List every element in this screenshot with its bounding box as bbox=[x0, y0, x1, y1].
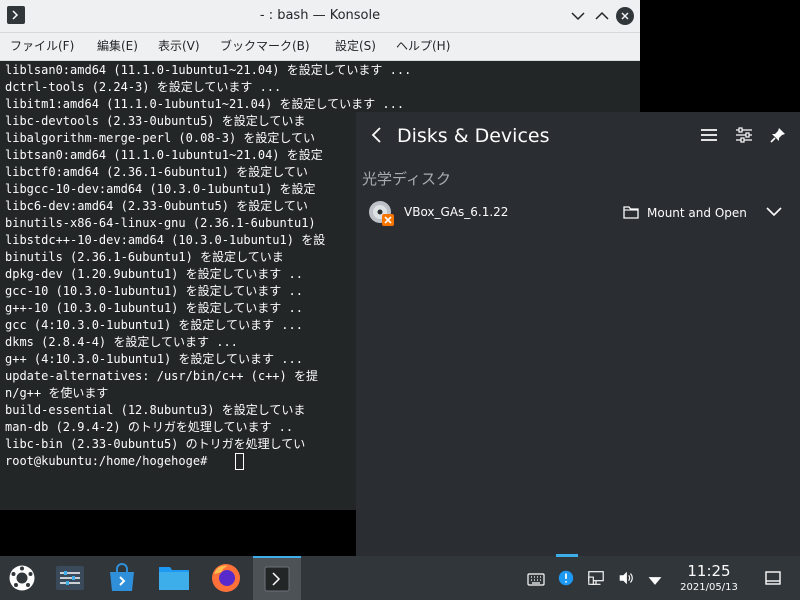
hamburger-menu-icon[interactable] bbox=[700, 126, 718, 144]
firefox-icon bbox=[212, 564, 240, 592]
terminal-line: libstdc++-10-dev:amd64 (10.3.0-1ubuntu1)… bbox=[5, 233, 326, 247]
terminal-line: g++ (4:10.3.0-1ubuntu1) を設定しています ... bbox=[5, 352, 303, 366]
clock-date[interactable]: 2021/05/13 bbox=[670, 581, 748, 595]
terminal-line: libc-bin (2.33-0ubuntu5) のトリガを処理してい bbox=[5, 437, 306, 451]
notification-icon[interactable] bbox=[557, 568, 575, 588]
system-settings-icon bbox=[56, 566, 84, 590]
expand-chevron-icon[interactable] bbox=[765, 206, 783, 218]
menu-settings[interactable]: 設定(S) bbox=[335, 33, 376, 60]
tray-expand-icon[interactable] bbox=[646, 571, 664, 591]
menu-file[interactable]: ファイル(F) bbox=[10, 33, 74, 60]
taskbar-firefox[interactable] bbox=[205, 559, 247, 597]
terminal-line: libctf0:amd64 (2.36.1-6ubuntu1) を設定してい bbox=[5, 165, 308, 179]
terminal-line: libitm1:amd64 (11.1.0-1ubuntu1~21.04) を設… bbox=[5, 97, 405, 111]
application-launcher[interactable] bbox=[1, 559, 43, 597]
terminal-line: man-db (2.9.4-2) のトリガを処理しています .. bbox=[5, 420, 294, 434]
terminal-line: build-essential (12.8ubuntu3) を設定していま bbox=[5, 403, 306, 417]
menu-edit[interactable]: 編集(E) bbox=[97, 33, 138, 60]
back-arrow-icon[interactable] bbox=[369, 126, 385, 144]
clock-time[interactable]: 11:25 bbox=[676, 562, 742, 580]
taskbar-discover[interactable] bbox=[101, 559, 143, 597]
terminal-line: n/g++ を使います bbox=[5, 386, 109, 400]
terminal-icon bbox=[264, 566, 290, 592]
section-title: 光学ディスク bbox=[362, 170, 451, 188]
taskbar: 11:25 2021/05/13 bbox=[0, 554, 800, 600]
kde-launcher-icon bbox=[9, 565, 35, 591]
window-title: - : bash — Konsole bbox=[259, 8, 381, 23]
volume-icon[interactable] bbox=[617, 568, 635, 588]
keyboard-icon[interactable] bbox=[527, 569, 545, 589]
terminal-line: binutils-x86-64-linux-gnu (2.36.1-6ubunt… bbox=[5, 216, 316, 230]
disks-devices-popup: Disks & Devices 光学ディスク VBox_GAs_6.1.22 M… bbox=[356, 112, 800, 556]
optical-disc-icon bbox=[369, 201, 394, 226]
taskbar-konsole[interactable] bbox=[253, 556, 301, 600]
close-button[interactable] bbox=[616, 7, 634, 25]
network-icon[interactable] bbox=[587, 568, 605, 588]
terminal-line: gcc (4:10.3.0-1ubuntu1) を設定しています ... bbox=[5, 318, 303, 332]
menu-help[interactable]: ヘルプ(H) bbox=[396, 33, 450, 60]
folder-manager-icon bbox=[159, 567, 189, 590]
taskbar-system-settings[interactable] bbox=[49, 559, 91, 597]
device-list-item[interactable]: VBox_GAs_6.1.22 Mount and Open bbox=[362, 198, 794, 228]
terminal-line: libc-devtools (2.33-0ubuntu5) を設定していま bbox=[5, 114, 306, 128]
terminal-line: binutils (2.36.1-6ubuntu1) を設定していま bbox=[5, 250, 284, 264]
terminal-line: libgcc-10-dev:amd64 (10.3.0-1ubuntu1) を設… bbox=[5, 182, 316, 196]
close-icon bbox=[621, 12, 629, 20]
minimize-button[interactable] bbox=[568, 6, 588, 26]
mount-and-open-button[interactable]: Mount and Open bbox=[647, 205, 747, 221]
popup-title: Disks & Devices bbox=[397, 125, 550, 147]
pin-icon[interactable] bbox=[769, 126, 787, 144]
taskbar-dolphin[interactable] bbox=[153, 559, 195, 597]
notification-indicator bbox=[556, 554, 578, 557]
title-bar[interactable]: - : bash — Konsole bbox=[0, 0, 640, 33]
menu-view[interactable]: 表示(V) bbox=[158, 33, 200, 60]
terminal-line: liblsan0:amd64 (11.1.0-1ubuntu1~21.04) を… bbox=[5, 63, 412, 77]
text-cursor bbox=[235, 453, 244, 470]
show-desktop-icon[interactable] bbox=[764, 569, 782, 587]
terminal-line: libalgorithm-merge-perl (0.08-3) を設定してい bbox=[5, 131, 316, 145]
terminal-line: gcc-10 (10.3.0-1ubuntu1) を設定しています .. bbox=[5, 284, 303, 298]
chevron-down-icon bbox=[571, 12, 585, 21]
terminal-line: libtsan0:amd64 (11.1.0-1ubuntu1~21.04) を… bbox=[5, 148, 323, 162]
configure-icon[interactable] bbox=[735, 126, 753, 144]
terminal-line: g++-10 (10.3.0-1ubuntu1) を設定しています .. bbox=[5, 301, 303, 315]
terminal-line: dctrl-tools (2.24-3) を設定しています ... bbox=[5, 80, 282, 94]
terminal-line: dkms (2.8.4-4) を設定しています ... bbox=[5, 335, 238, 349]
terminal-line: libc6-dev:amd64 (2.33-0ubuntu5) を設定してい bbox=[5, 199, 308, 213]
terminal-line: dpkg-dev (1.20.9ubuntu1) を設定しています .. bbox=[5, 267, 303, 281]
terminal-line: update-alternatives: /usr/bin/c++ (c++) … bbox=[5, 369, 318, 383]
menu-bar: ファイル(F) 編集(E) 表示(V) ブックマーク(B) 設定(S) ヘルプ(… bbox=[0, 33, 640, 61]
menu-bookmarks[interactable]: ブックマーク(B) bbox=[220, 33, 310, 60]
chevron-up-icon bbox=[595, 11, 609, 20]
folder-icon bbox=[623, 206, 639, 219]
terminal-prompt: root@kubuntu:/home/hogehoge# bbox=[5, 454, 215, 468]
discover-store-icon bbox=[110, 563, 134, 591]
device-name: VBox_GAs_6.1.22 bbox=[404, 205, 509, 219]
maximize-button[interactable] bbox=[592, 6, 612, 26]
